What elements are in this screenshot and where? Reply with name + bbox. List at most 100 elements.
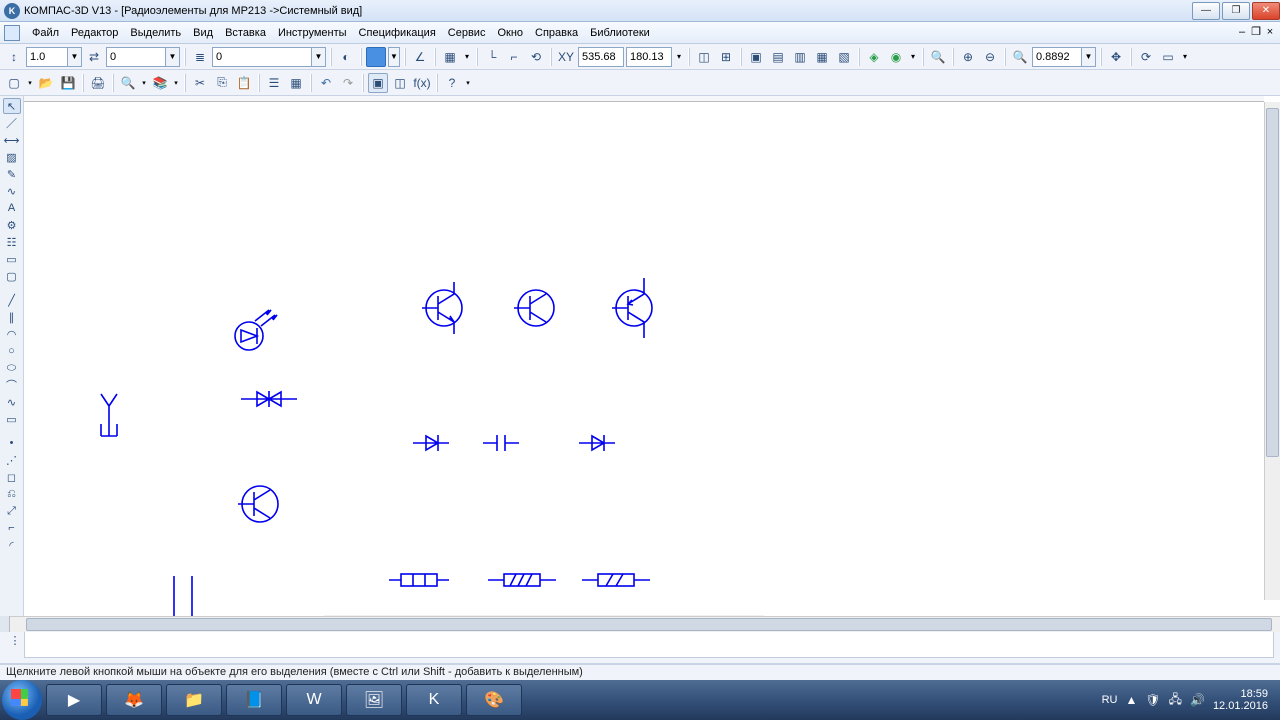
new-dropdown-icon[interactable]: ▾ (26, 73, 34, 93)
new-icon[interactable]: ▢ (4, 73, 24, 93)
scrollbar-horizontal[interactable] (10, 616, 1280, 632)
undo-icon[interactable]: ↶ (316, 73, 336, 93)
coord-x-input[interactable] (578, 47, 624, 67)
tool-text-icon[interactable]: A (3, 200, 21, 216)
cube-icon[interactable]: ◫ (694, 47, 714, 67)
tool-aux-icon[interactable]: ⋰ (3, 452, 21, 468)
snap-icon[interactable]: ↕ (4, 47, 24, 67)
tool-multi-icon[interactable]: ⎌ (3, 486, 21, 502)
tool-params-icon[interactable]: ⚙ (3, 217, 21, 233)
drawing-canvas[interactable] (24, 96, 1280, 616)
scale-dropdown-icon[interactable]: ▼ (68, 47, 82, 67)
cut-icon[interactable]: ✂ (190, 73, 210, 93)
tool-frame-icon[interactable]: ▢ (3, 268, 21, 284)
menu-spec[interactable]: Спецификация (353, 25, 442, 41)
document-icon[interactable] (4, 25, 20, 41)
tray-clock[interactable]: 18:59 12.01.2016 (1213, 688, 1268, 712)
tree-icon[interactable]: ⊞ (716, 47, 736, 67)
view-a-icon[interactable]: ▣ (746, 47, 766, 67)
props-icon[interactable]: ☰ (264, 73, 284, 93)
green-cube-b-icon[interactable]: ◉ (886, 47, 906, 67)
style-icon[interactable]: ◐ (336, 47, 356, 67)
tray-volume-icon[interactable]: 🔊 (1190, 693, 1205, 707)
mgr-a-icon[interactable]: ▣ (368, 73, 388, 93)
tool-curves-icon[interactable]: ∿ (3, 183, 21, 199)
toolbar2-tail-icon[interactable]: ▾ (464, 73, 472, 93)
zoom-fit-icon[interactable]: 🔍 (928, 47, 948, 67)
preview-icon[interactable]: 🔍 (118, 73, 138, 93)
maximize-button[interactable]: ❐ (1222, 2, 1250, 20)
perp-icon[interactable]: ⌐ (504, 47, 524, 67)
help-cursor-icon[interactable]: ? (442, 73, 462, 93)
tool-sheet-icon[interactable]: ▭ (3, 251, 21, 267)
tool-dims-icon[interactable]: ⟷ (3, 132, 21, 148)
step-icon[interactable]: ⇄ (84, 47, 104, 67)
zoom-sel-icon[interactable]: 🔍 (1010, 47, 1030, 67)
tool-arc-icon[interactable]: ◠ (3, 326, 21, 342)
open-icon[interactable]: 📂 (36, 73, 56, 93)
task-word-icon[interactable]: W (286, 684, 342, 716)
task-mediaplayer-icon[interactable]: ▶ (46, 684, 102, 716)
tool-spline-icon[interactable]: ∿ (3, 394, 21, 410)
tool-hatch-icon[interactable]: ▨ (3, 149, 21, 165)
menu-help[interactable]: Справка (529, 25, 584, 41)
round-icon[interactable]: ⟲ (526, 47, 546, 67)
mdi-minimize-button[interactable]: – (1236, 27, 1248, 39)
save-icon[interactable]: 💾 (58, 73, 78, 93)
layer-dropdown-icon[interactable]: ▼ (312, 47, 326, 67)
tray-flag-icon[interactable]: ▲ (1125, 693, 1137, 707)
tool-contour-icon[interactable]: ◻ (3, 469, 21, 485)
menu-window[interactable]: Окно (491, 25, 529, 41)
task-paint-icon[interactable]: 🎨 (466, 684, 522, 716)
step-input[interactable] (106, 47, 166, 67)
coord-toggle-icon[interactable]: XY (556, 47, 576, 67)
fx-icon[interactable]: f(x) (412, 73, 432, 93)
task-kompas-icon[interactable]: K (406, 684, 462, 716)
minimize-button[interactable]: — (1192, 2, 1220, 20)
tool-select-icon[interactable]: ↖ (3, 98, 21, 114)
task-firefox-icon[interactable]: 🦊 (106, 684, 162, 716)
frame-icon[interactable]: ▭ (1158, 47, 1178, 67)
library-dropdown-icon[interactable]: ▾ (172, 73, 180, 93)
scrollbar-vertical[interactable] (1264, 102, 1280, 600)
tool-parallel-icon[interactable]: ∥ (3, 309, 21, 325)
menu-file[interactable]: Файл (26, 25, 65, 41)
tool-rect-icon[interactable]: ▭ (3, 411, 21, 427)
task-app-a-icon[interactable]: 📘 (226, 684, 282, 716)
view-d-icon[interactable]: ▦ (812, 47, 832, 67)
tray-language[interactable]: RU (1102, 694, 1118, 706)
zoom-in-icon[interactable]: ⊕ (958, 47, 978, 67)
zoom-input[interactable] (1032, 47, 1082, 67)
tool-edit-icon[interactable]: ✎ (3, 166, 21, 182)
mdi-close-button[interactable]: × (1264, 27, 1276, 39)
mdi-restore-button[interactable]: ❐ (1250, 27, 1262, 39)
preview-dropdown-icon[interactable]: ▾ (140, 73, 148, 93)
menu-service[interactable]: Сервис (442, 25, 492, 41)
tool-pt-icon[interactable]: • (3, 435, 21, 451)
grid-dropdown-icon[interactable]: ▾ (462, 47, 472, 67)
print-icon[interactable]: 🖨 (88, 73, 108, 93)
tray-network-icon[interactable]: 🖧 (1169, 690, 1182, 711)
color-dropdown-icon[interactable]: ▼ (388, 47, 400, 67)
view-c-icon[interactable]: ▥ (790, 47, 810, 67)
menu-editor[interactable]: Редактор (65, 25, 124, 41)
redraw-icon[interactable]: ⟳ (1136, 47, 1156, 67)
redo-icon[interactable]: ↷ (338, 73, 358, 93)
coord-dropdown-icon[interactable]: ▾ (674, 47, 684, 67)
menu-tools[interactable]: Инструменты (272, 25, 353, 41)
menu-insert[interactable]: Вставка (219, 25, 272, 41)
start-button[interactable] (2, 680, 42, 720)
layers-icon[interactable]: ≣ (190, 47, 210, 67)
layer-input[interactable] (212, 47, 312, 67)
tool-circle-icon[interactable]: ○ (3, 343, 21, 359)
green-cube-a-icon[interactable]: ◈ (864, 47, 884, 67)
task-explorer-icon[interactable]: 📁 (166, 684, 222, 716)
tool-spec-icon[interactable]: ☷ (3, 234, 21, 250)
zoom-out-icon[interactable]: ⊖ (980, 47, 1000, 67)
ortho-icon[interactable]: └ (482, 47, 502, 67)
tool-fillet-icon[interactable]: ◜ (3, 537, 21, 553)
table-icon[interactable]: ▦ (286, 73, 306, 93)
color-swatch-icon[interactable] (366, 47, 386, 67)
tool-break-icon[interactable]: ⤢ (3, 503, 21, 519)
zoom-dropdown-icon[interactable]: ▼ (1082, 47, 1096, 67)
